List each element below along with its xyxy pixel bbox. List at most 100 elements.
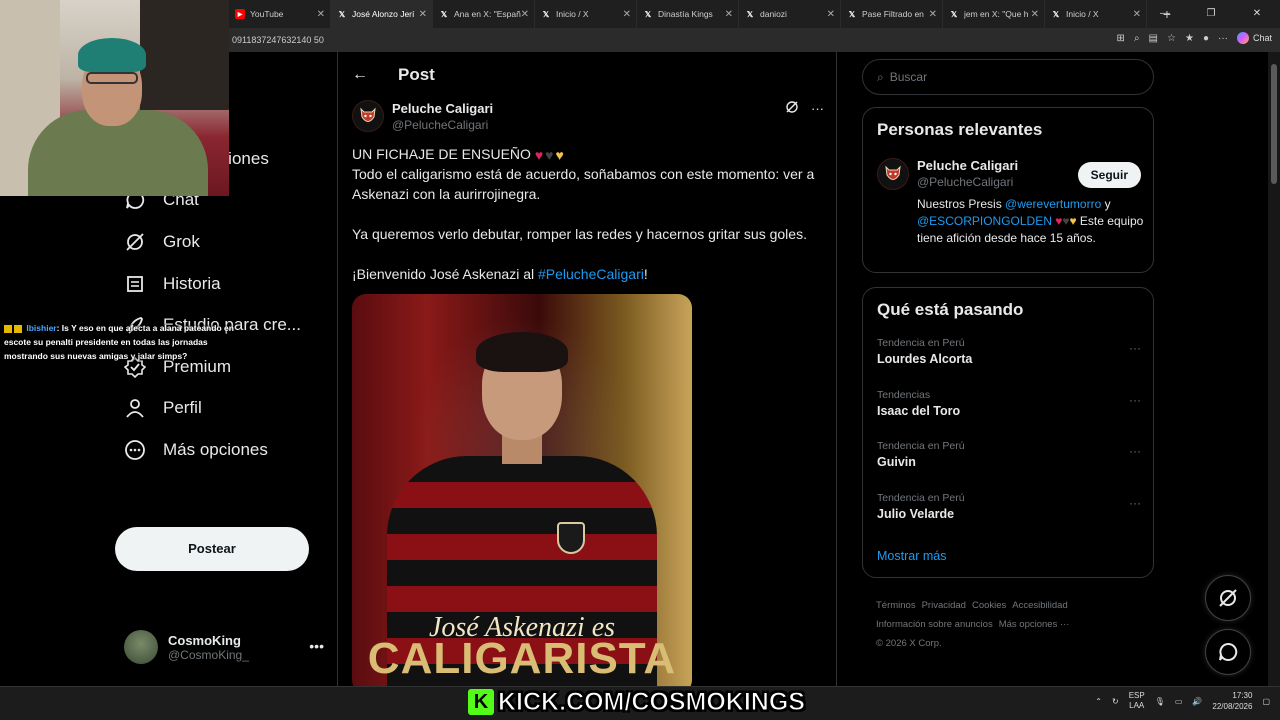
more-icon[interactable]: •••: [309, 638, 324, 654]
trend-item[interactable]: Tendencia en Perú Julio Velarde ···: [877, 492, 1141, 521]
close-tab-icon[interactable]: ✕: [521, 9, 529, 20]
reader-icon[interactable]: ▤: [1149, 33, 1158, 44]
clock-time: 17:30: [1232, 691, 1253, 700]
follow-button[interactable]: Seguir: [1077, 162, 1141, 188]
footer-link[interactable]: Privacidad: [922, 600, 966, 611]
more-icon[interactable]: ···: [1129, 496, 1141, 510]
more-menu-icon[interactable]: ···: [1218, 33, 1228, 44]
close-tab-icon[interactable]: ✕: [1133, 9, 1141, 20]
more-icon[interactable]: ···: [1129, 393, 1141, 407]
browser-tab[interactable]: 𝕏 Inicio / X ✕: [1045, 0, 1147, 28]
clock[interactable]: 17:30 22/08/2026: [1212, 690, 1252, 712]
clock-date: 22/08/2026: [1212, 702, 1253, 711]
account-handle: @CosmoKing_: [168, 647, 249, 662]
footer-link[interactable]: Accesibilidad: [1012, 600, 1067, 611]
x-icon: 𝕏: [746, 9, 754, 19]
stream-chat-message: Ibishier: Is Y eso en que afecta a alana…: [4, 321, 244, 363]
profile-icon[interactable]: ●: [1203, 33, 1209, 44]
avatar: [124, 630, 158, 664]
page-scrollbar[interactable]: [1268, 52, 1280, 686]
footer-link[interactable]: Términos: [876, 600, 916, 611]
close-tab-icon[interactable]: ✕: [623, 9, 631, 20]
hashtag-link[interactable]: #PelucheCaligari: [538, 266, 644, 282]
language-indicator[interactable]: ESP LAA: [1129, 691, 1145, 711]
tab-title: Dinastía Kings: [658, 9, 713, 19]
footer-link[interactable]: Información sobre anuncios: [876, 619, 993, 630]
tab-title: daniozi: [760, 9, 787, 19]
close-tab-icon[interactable]: ✕: [827, 9, 835, 20]
person-icon: [124, 397, 146, 419]
scrollbar-thumb[interactable]: [1271, 64, 1277, 184]
author-name[interactable]: Peluche Caligari: [392, 101, 493, 116]
back-arrow-icon[interactable]: ←: [352, 66, 368, 84]
browser-tab[interactable]: 𝕏 Inicio / X ✕: [535, 0, 637, 28]
nav-item-3[interactable]: Historia: [114, 263, 324, 305]
close-tab-icon[interactable]: ✕: [317, 9, 325, 20]
footer-link[interactable]: © 2026 X Corp.: [876, 638, 942, 649]
trend-item[interactable]: Tendencia en Perú Guivin ···: [877, 440, 1141, 469]
network-icon[interactable]: ▭: [1175, 697, 1183, 706]
webcam-shelf: [140, 0, 229, 110]
browser-tab[interactable]: 𝕏daniozi ✕: [739, 0, 841, 28]
post-text-span: ¡Bienvenido José Askenazi al: [352, 266, 538, 282]
browser-tab[interactable]: 𝕏 Dinastía Kings ✕: [637, 0, 739, 28]
trend-item[interactable]: Tendencias Isaac del Toro ···: [877, 389, 1141, 418]
trend-item[interactable]: Tendencia en Perú Lourdes Alcorta ···: [877, 337, 1141, 366]
close-tab-icon[interactable]: ✕: [1031, 9, 1039, 20]
tray-chevron-icon[interactable]: ⌃: [1095, 697, 1102, 706]
browser-tab[interactable]: 𝕏jem en X: "Que h ✕: [943, 0, 1045, 28]
player-hair: [476, 332, 568, 372]
grok-fab[interactable]: [1205, 575, 1251, 621]
account-switcher[interactable]: CosmoKing @CosmoKing_ •••: [124, 630, 324, 664]
footer-link[interactable]: Cookies: [972, 600, 1006, 611]
sync-icon[interactable]: ↻: [1112, 697, 1119, 706]
hearts-emoji: ♥ ♥ ♥: [535, 148, 564, 162]
search-input[interactable]: ⌕ Buscar: [862, 59, 1154, 95]
relevant-avatar: [877, 158, 909, 190]
post-image[interactable]: José Askenazi es CALIGARISTA: [352, 294, 692, 694]
post-button[interactable]: Postear: [115, 527, 309, 571]
close-tab-icon[interactable]: ✕: [929, 9, 937, 20]
more-icon[interactable]: ···: [1129, 444, 1141, 458]
nav-item-6[interactable]: Perfil: [114, 388, 324, 430]
post-line: UN FICHAJE DE ENSUEÑO ♥ ♥ ♥: [352, 144, 830, 164]
show-more-link[interactable]: Mostrar más: [877, 549, 946, 563]
url-text[interactable]: 0911837247632140 50: [232, 35, 324, 45]
close-window-button[interactable]: ✕: [1234, 0, 1280, 28]
maximize-button[interactable]: ❐: [1188, 0, 1234, 28]
tab-title: Inicio / X: [556, 9, 589, 19]
grok-icon[interactable]: [785, 100, 799, 117]
volume-icon[interactable]: 🔊: [1192, 697, 1202, 706]
post-author: Peluche Caligari @PelucheCaligari ···: [352, 100, 824, 132]
relevant-person[interactable]: Peluche Caligari @PelucheCaligari Seguir: [877, 158, 1141, 190]
nav-item-2[interactable]: Grok: [114, 221, 324, 263]
mention-link[interactable]: @ESCORPIONGOLDEN: [917, 214, 1052, 228]
zoom-icon[interactable]: ⌕: [1134, 33, 1140, 44]
browser-tab[interactable]: ▶ YouTube ✕: [229, 0, 331, 28]
favorites-bar-icon[interactable]: ★: [1185, 33, 1194, 44]
x-icon: 𝕏: [542, 9, 550, 19]
close-tab-icon[interactable]: ✕: [419, 9, 427, 20]
close-tab-icon[interactable]: ✕: [725, 9, 733, 20]
post-paragraph: Ya queremos verlo debutar, romper las re…: [352, 226, 807, 242]
footer-link[interactable]: Más opciones ···: [999, 619, 1070, 630]
notifications-icon[interactable]: ▢: [1262, 697, 1270, 706]
lang-bottom: LAA: [1129, 701, 1145, 710]
nav-item-7[interactable]: Más opciones: [114, 429, 324, 471]
more-icon[interactable]: ···: [1129, 341, 1141, 355]
browser-tab[interactable]: 𝕏 Ana en X: "Españ ✕: [433, 0, 535, 28]
more-icon[interactable]: ···: [811, 101, 824, 116]
apps-icon[interactable]: ⊞: [1117, 33, 1125, 44]
copilot-chat-button[interactable]: Chat: [1236, 32, 1272, 44]
favorite-icon[interactable]: ☆: [1167, 33, 1176, 44]
minimize-button[interactable]: —: [1142, 0, 1188, 28]
author-handle[interactable]: @PelucheCaligari: [392, 118, 493, 132]
x-icon: 𝕏: [440, 9, 448, 19]
relevant-bio: Nuestros Presis @werevertumorro y @ESCOR…: [917, 196, 1145, 247]
author-avatar[interactable]: [352, 100, 384, 132]
microphone-icon[interactable]: 🎙: [1155, 697, 1165, 706]
mention-link[interactable]: @werevertumorro: [1005, 197, 1101, 211]
browser-tab[interactable]: 𝕏 Pase Filtrado en ✕: [841, 0, 943, 28]
messages-fab[interactable]: [1205, 629, 1251, 675]
browser-tab[interactable]: 𝕏 José Alonzo Jerí ✕: [331, 0, 433, 28]
